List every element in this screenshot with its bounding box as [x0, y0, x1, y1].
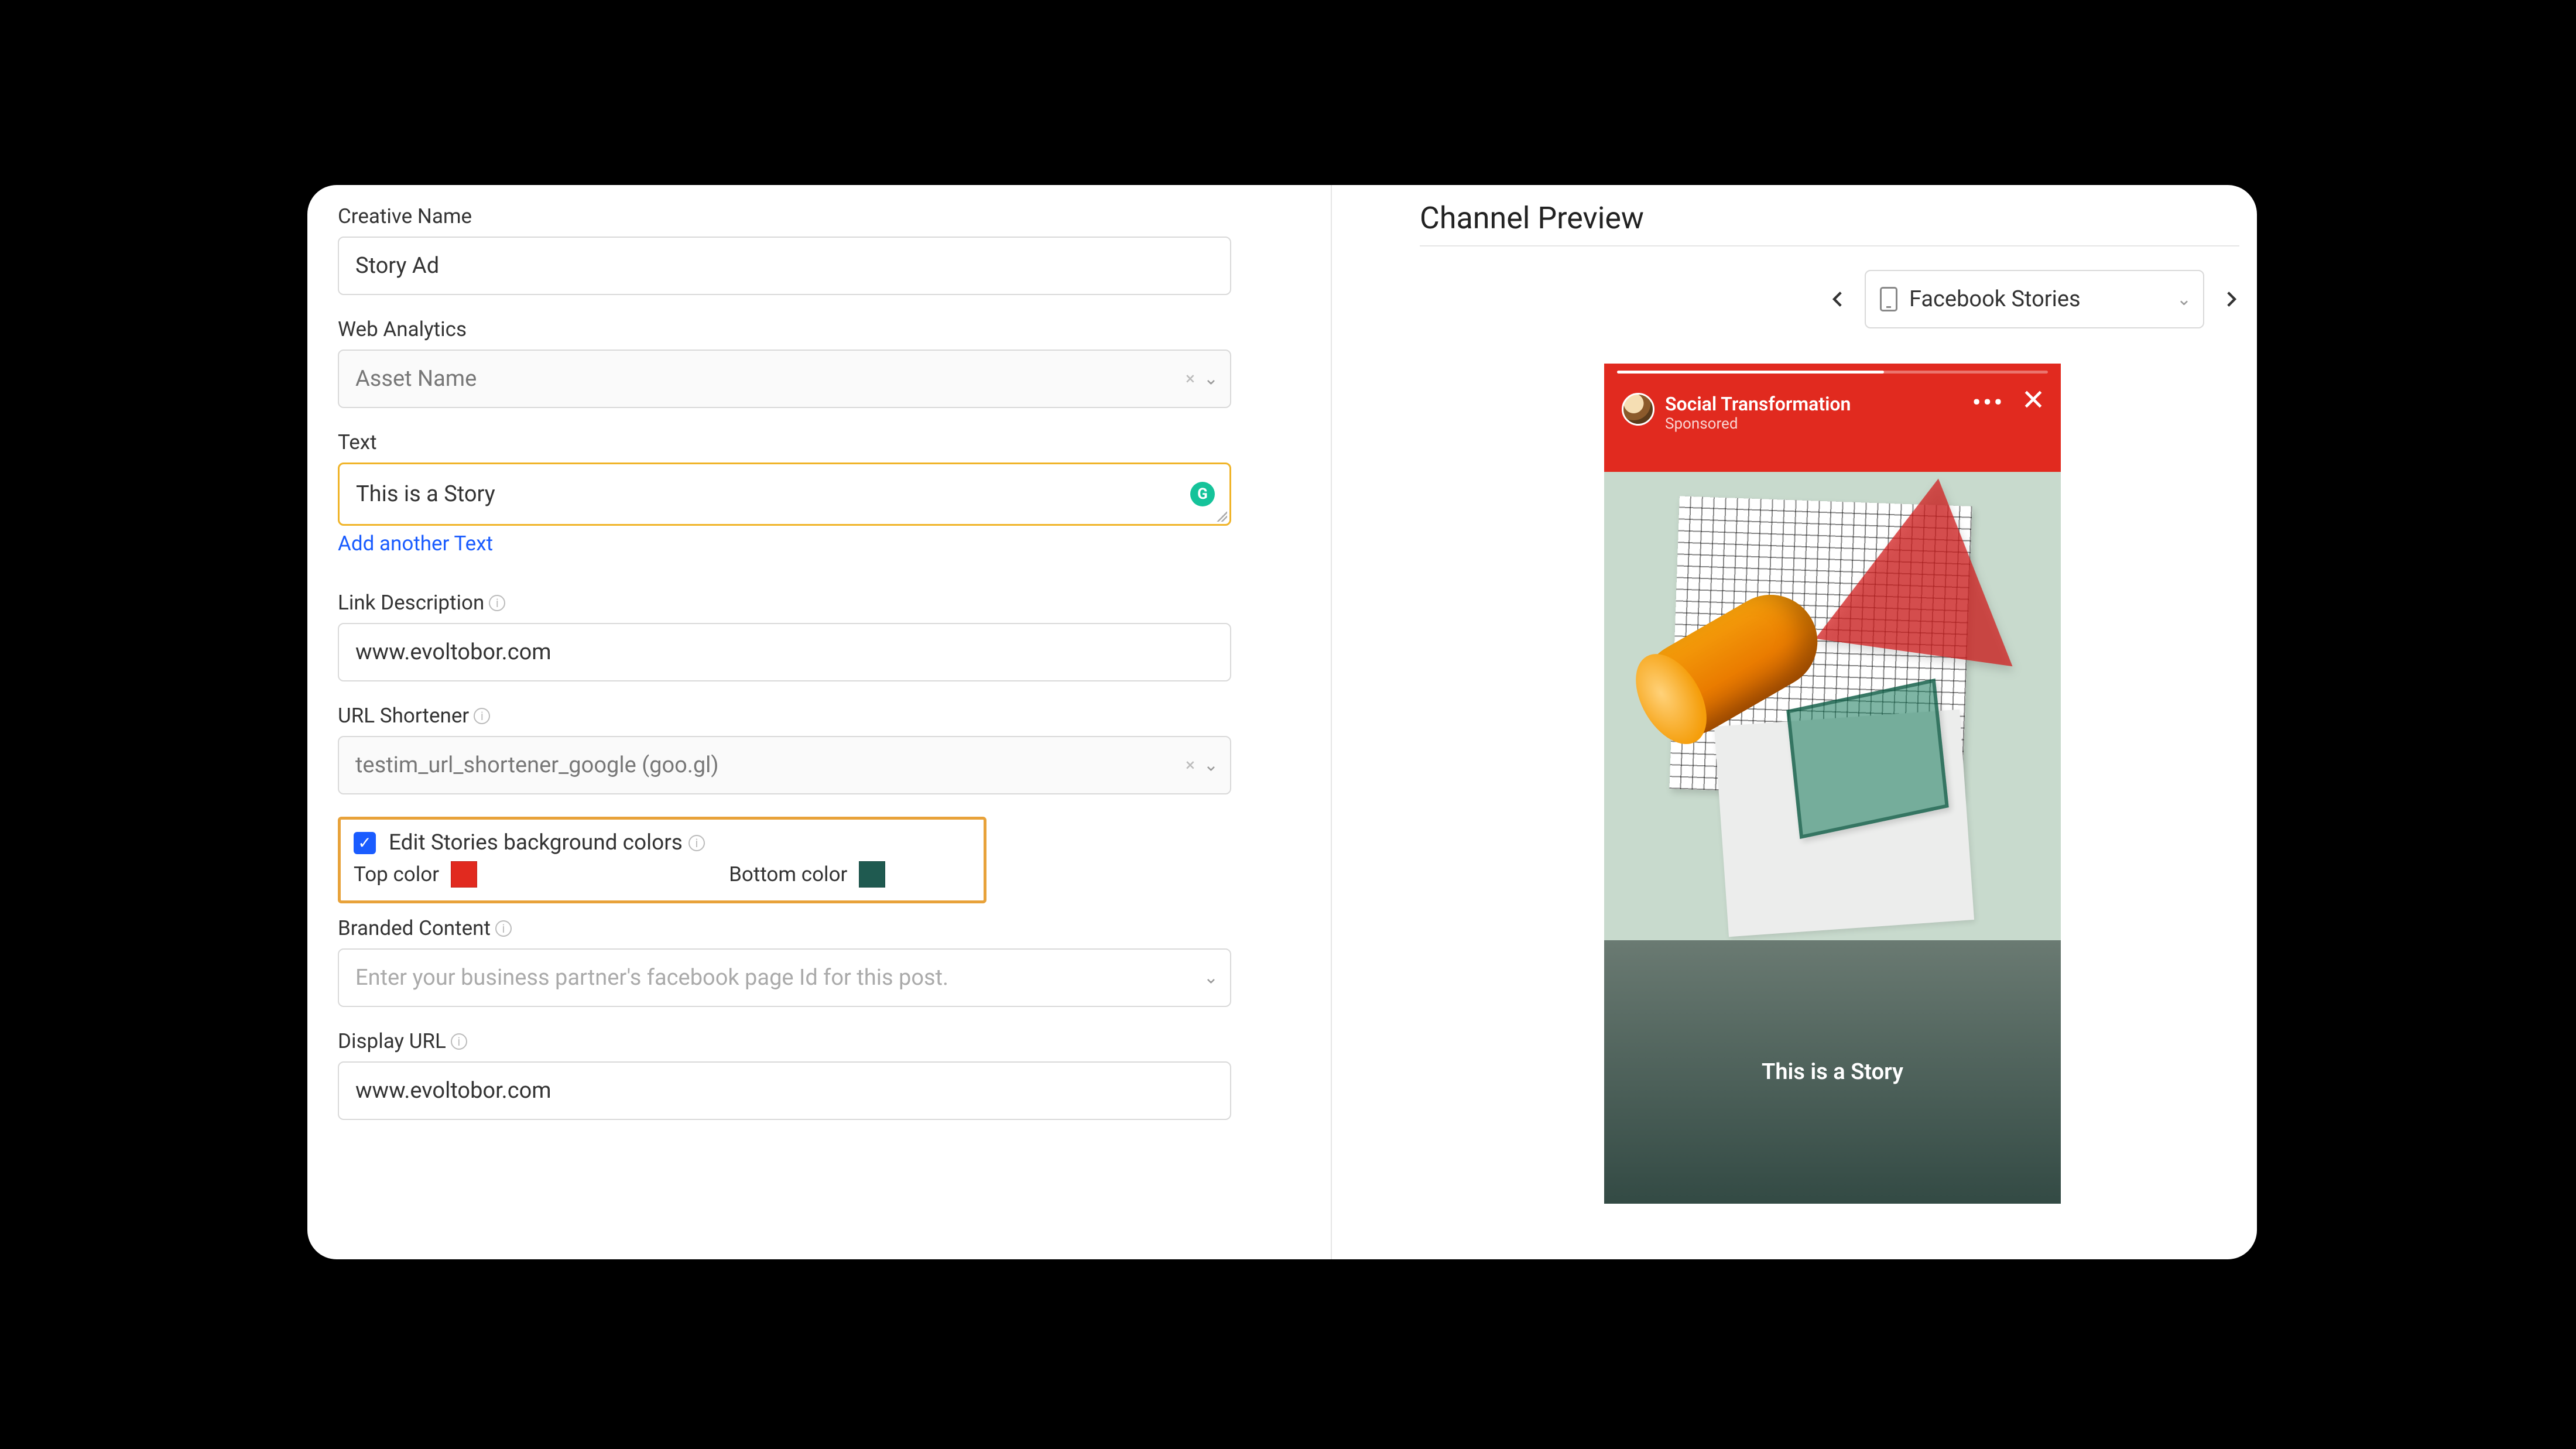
- channel-select[interactable]: Facebook Stories ⌄: [1865, 270, 2204, 328]
- close-icon[interactable]: [2022, 388, 2044, 416]
- web-analytics-value: Asset Name: [355, 366, 477, 392]
- story-actions: •••: [1972, 388, 2044, 416]
- add-another-text-link[interactable]: Add another Text: [338, 532, 493, 556]
- display-url-label: Display URL i: [338, 1029, 1231, 1053]
- field-link-description: Link Description i www.evoltobor.com: [338, 591, 1231, 681]
- chevron-down-icon: ⌄: [1204, 968, 1218, 988]
- display-url-input[interactable]: www.evoltobor.com: [338, 1061, 1231, 1120]
- story-brand-block: Social Transformation Sponsored: [1665, 393, 1851, 433]
- url-shortener-value: testim_url_shortener_google (goo.gl): [355, 752, 719, 778]
- divider: [1420, 245, 2239, 246]
- clear-icon[interactable]: ×: [1186, 755, 1195, 776]
- story-bottom: This is a Story: [1604, 940, 2061, 1204]
- field-text: Text This is a Story G Add another Text: [338, 430, 1231, 556]
- link-description-value: www.evoltobor.com: [355, 639, 551, 665]
- field-web-analytics: Web Analytics Asset Name × ⌄: [338, 317, 1231, 408]
- field-display-url: Display URL i www.evoltobor.com: [338, 1029, 1231, 1120]
- more-icon[interactable]: •••: [1972, 389, 2005, 416]
- chevron-left-icon: [1828, 289, 1848, 309]
- mobile-icon: [1880, 287, 1897, 311]
- form-column: Creative Name Story Ad Web Analytics Ass…: [307, 185, 1332, 1259]
- bottom-color-group: Bottom color: [729, 861, 885, 888]
- story-preview: Social Transformation Sponsored •••: [1604, 364, 2061, 1204]
- url-shortener-label: URL Shortener i: [338, 704, 1231, 728]
- display-url-value: www.evoltobor.com: [355, 1078, 551, 1104]
- text-textarea[interactable]: This is a Story G: [338, 463, 1231, 526]
- text-label: Text: [338, 430, 1231, 454]
- channel-selector-row: Facebook Stories ⌄: [1420, 270, 2245, 328]
- help-icon[interactable]: i: [495, 920, 512, 937]
- stories-colors-highlight: ✓ Edit Stories background colors i Top c…: [338, 817, 986, 903]
- field-branded-content: Branded Content i Enter your business pa…: [338, 916, 1231, 1007]
- decor-triangle: [1815, 472, 2037, 666]
- creative-name-input[interactable]: Story Ad: [338, 237, 1231, 295]
- help-icon[interactable]: i: [451, 1033, 467, 1050]
- creative-name-label: Creative Name: [338, 204, 1231, 228]
- top-color-label: Top color: [354, 862, 439, 886]
- bottom-color-label: Bottom color: [729, 862, 847, 886]
- help-icon[interactable]: i: [489, 595, 505, 611]
- channel-preview-title: Channel Preview: [1420, 200, 2245, 236]
- resize-handle-icon[interactable]: [1217, 511, 1227, 522]
- preview-column: Channel Preview Facebook Stories ⌄: [1332, 185, 2257, 1259]
- story-image: [1604, 472, 2061, 940]
- stories-colors-label: Edit Stories background colors i: [389, 830, 705, 855]
- url-shortener-select[interactable]: testim_url_shortener_google (goo.gl) × ⌄: [338, 736, 1231, 794]
- help-icon[interactable]: i: [474, 708, 490, 724]
- branded-content-placeholder: Enter your business partner's facebook p…: [355, 965, 948, 991]
- stories-colors-row: ✓ Edit Stories background colors i: [354, 830, 971, 855]
- chevron-down-icon: ⌄: [2177, 289, 2191, 310]
- help-icon[interactable]: i: [688, 835, 705, 851]
- story-header: Social Transformation Sponsored •••: [1604, 364, 2061, 472]
- editor-panel: Creative Name Story Ad Web Analytics Ass…: [307, 185, 2257, 1259]
- channel-select-value: Facebook Stories: [1909, 286, 2081, 312]
- web-analytics-label: Web Analytics: [338, 317, 1231, 341]
- link-description-input[interactable]: www.evoltobor.com: [338, 623, 1231, 681]
- story-progress-bar: [1617, 371, 2048, 374]
- prev-channel-button[interactable]: [1824, 285, 1853, 314]
- story-brand-name: Social Transformation: [1665, 393, 1851, 415]
- avatar: [1622, 393, 1654, 426]
- color-row: Top color Bottom color: [354, 861, 971, 888]
- link-description-label: Link Description i: [338, 591, 1231, 615]
- stories-colors-checkbox[interactable]: ✓: [354, 832, 376, 854]
- branded-content-label: Branded Content i: [338, 916, 1231, 940]
- story-caption: This is a Story: [1762, 1059, 1903, 1085]
- branded-content-select[interactable]: Enter your business partner's facebook p…: [338, 948, 1231, 1007]
- web-analytics-select[interactable]: Asset Name × ⌄: [338, 350, 1231, 408]
- next-channel-button[interactable]: [2216, 285, 2245, 314]
- field-creative-name: Creative Name Story Ad: [338, 204, 1231, 295]
- preview-stage: Social Transformation Sponsored •••: [1420, 364, 2245, 1204]
- top-color-group: Top color: [354, 861, 477, 888]
- grammarly-icon[interactable]: G: [1190, 482, 1215, 506]
- chevron-right-icon: [2221, 289, 2241, 309]
- bottom-color-swatch[interactable]: [859, 861, 885, 888]
- chevron-down-icon: ⌄: [1204, 369, 1218, 389]
- top-color-swatch[interactable]: [451, 861, 477, 888]
- field-url-shortener: URL Shortener i testim_url_shortener_goo…: [338, 704, 1231, 794]
- clear-icon[interactable]: ×: [1186, 369, 1195, 389]
- text-value: This is a Story: [356, 481, 495, 507]
- story-sponsored-label: Sponsored: [1665, 415, 1851, 433]
- chevron-down-icon: ⌄: [1204, 755, 1218, 776]
- creative-name-value: Story Ad: [355, 253, 439, 279]
